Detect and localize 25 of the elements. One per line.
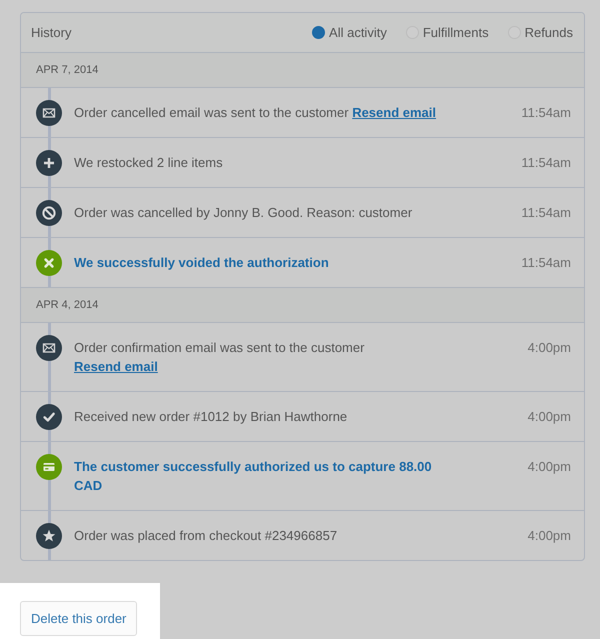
event-time: 4:00pm <box>528 339 571 357</box>
event-time: 11:54am <box>521 254 571 272</box>
event-text: The customer successfully authorized us to capture 88.00 CAD <box>73 458 433 495</box>
filter-radio[interactable]: Refunds <box>508 25 573 40</box>
resend-link[interactable]: Resend email <box>352 105 436 120</box>
filter-radio[interactable]: All activity <box>312 25 387 40</box>
resend-link[interactable]: Resend email <box>74 359 158 374</box>
filter-radio[interactable]: Fulfillments <box>406 25 489 40</box>
event-time: 11:54am <box>521 104 571 122</box>
event-time: 4:00pm <box>528 527 571 545</box>
event-text: Order cancelled email was sent to the customer Resend email <box>73 104 438 122</box>
history-title: History <box>31 25 72 40</box>
event-text: Order was cancelled by Jonny B. Good. Reason: customer <box>73 204 414 222</box>
event-text: We successfully voided the authorization <box>73 254 330 272</box>
event-time: 11:54am <box>521 154 571 172</box>
event-text: Received new order #1012 by Brian Hawthorne <box>73 408 348 426</box>
date-label: APR 4, 2014 <box>36 299 98 311</box>
event-time: 11:54am <box>521 204 571 222</box>
event-time: 4:00pm <box>528 458 571 476</box>
date-label: APR 7, 2014 <box>36 64 98 76</box>
event-time: 4:00pm <box>528 408 571 426</box>
event-text: We restocked 2 line items <box>73 154 224 172</box>
delete-order-button[interactable]: Delete this order <box>20 601 138 636</box>
event-text: Order confirmation email was sent to the customer Resend email <box>73 339 366 376</box>
event-text: Order was placed from checkout #234966857 <box>73 527 338 545</box>
